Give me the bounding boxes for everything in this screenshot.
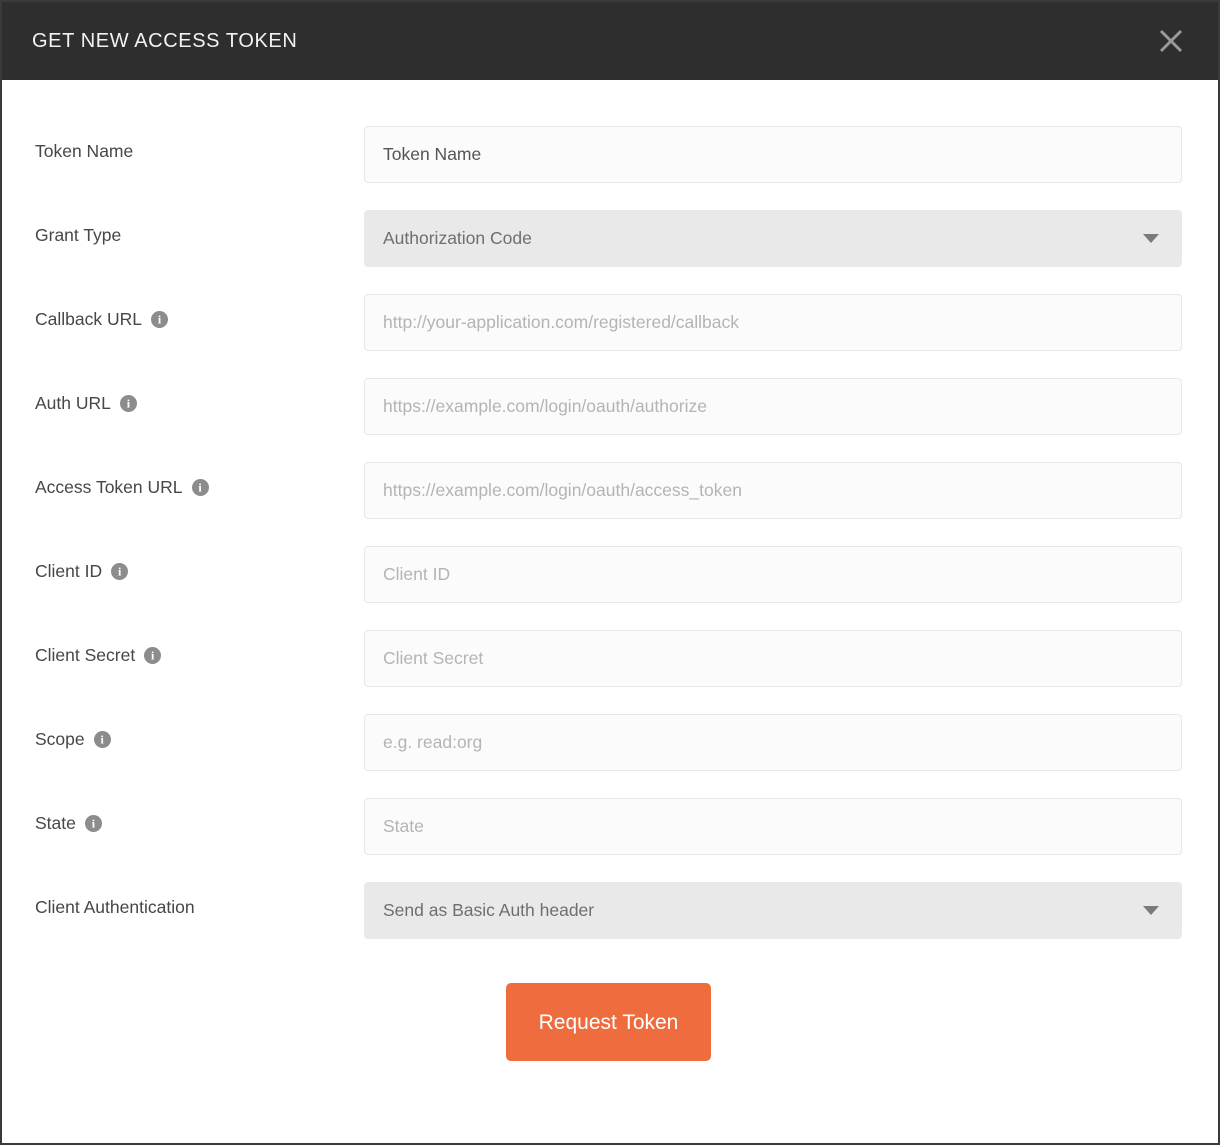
field-label: Client ID i xyxy=(35,546,364,581)
input-text: http://your-application.com/registered/c… xyxy=(383,311,740,332)
modal-header: GET NEW ACCESS TOKEN xyxy=(2,2,1218,80)
field-control: Token Name xyxy=(364,126,1182,183)
info-icon-glyph: i xyxy=(100,732,104,747)
token-form: Token Name Token Name Grant Type Authorizat… xyxy=(35,126,1182,939)
field-label-text: Client ID xyxy=(35,561,103,581)
input-access-token-url[interactable]: https://example.com/login/oauth/access_t… xyxy=(364,462,1182,519)
form-actions: Request Token xyxy=(35,983,1182,1061)
info-icon-glyph: i xyxy=(126,396,131,411)
field-label: Client Authentication xyxy=(35,882,364,917)
info-icon[interactable]: i xyxy=(111,563,129,581)
info-icon[interactable]: i xyxy=(191,479,209,497)
input-scope[interactable]: e.g. read:org xyxy=(364,714,1182,771)
form-row: Token Name Token Name xyxy=(35,126,1182,183)
form-row: State i State xyxy=(35,798,1182,855)
chevron-down-icon xyxy=(1143,234,1159,243)
field-label-text: Client Authentication xyxy=(35,897,195,917)
field-control: Authorization Code xyxy=(364,210,1182,267)
info-icon-glyph: i xyxy=(91,816,96,831)
form-row: Access Token URL i https://example.com/log… xyxy=(35,462,1182,519)
field-control: Client Secret xyxy=(364,630,1182,687)
field-label-text: Grant Type xyxy=(35,225,122,245)
modal-body: Token Name Token Name Grant Type Authorizat… xyxy=(2,80,1218,1143)
input-client-secret[interactable]: Client Secret xyxy=(364,630,1182,687)
info-icon[interactable]: i xyxy=(119,395,137,413)
field-label-text: Auth URL xyxy=(35,393,111,413)
info-icon[interactable]: i xyxy=(150,311,168,329)
field-label: Auth URL i xyxy=(35,378,364,413)
info-icon-glyph: i xyxy=(198,480,202,495)
info-icon[interactable]: i xyxy=(144,647,162,665)
field-control: Send as Basic Auth header xyxy=(364,882,1182,939)
field-label-text: Token Name xyxy=(35,141,134,161)
close-icon[interactable] xyxy=(1148,18,1194,64)
form-row: Auth URL i https://example.com/login/oauth… xyxy=(35,378,1182,435)
info-icon[interactable]: i xyxy=(84,815,102,833)
info-icon-glyph: i xyxy=(151,648,155,663)
input-text: https://example.com/login/oauth/access_t… xyxy=(383,479,742,500)
field-label: Grant Type xyxy=(35,210,364,245)
input-text: Token Name xyxy=(383,143,482,164)
field-label: Client Secret i xyxy=(35,630,364,665)
get-new-access-token-modal: GET NEW ACCESS TOKEN Token Name Token Nam… xyxy=(0,0,1220,1145)
field-label-text: State xyxy=(35,813,76,833)
info-icon[interactable]: i xyxy=(93,731,111,749)
input-client-id[interactable]: Client ID xyxy=(364,546,1182,603)
form-row: Scope i e.g. read:org xyxy=(35,714,1182,771)
input-token-name[interactable]: Token Name xyxy=(364,126,1182,183)
info-icon-glyph: i xyxy=(157,312,162,327)
field-control: State xyxy=(364,798,1182,855)
field-control: https://example.com/login/oauth/access_t… xyxy=(364,462,1182,519)
form-row: Client Authentication Send as Basic Auth … xyxy=(35,882,1182,939)
input-text: e.g. read:org xyxy=(383,731,483,752)
request-token-button[interactable]: Request Token xyxy=(506,983,711,1061)
input-text: State xyxy=(383,815,424,836)
form-row: Grant Type Authorization Code xyxy=(35,210,1182,267)
field-control: https://example.com/login/oauth/authoriz… xyxy=(364,378,1182,435)
field-label: State i xyxy=(35,798,364,833)
select-value: Authorization Code xyxy=(383,227,532,248)
input-state[interactable]: State xyxy=(364,798,1182,855)
field-control: http://your-application.com/registered/c… xyxy=(364,294,1182,351)
select-grant-type[interactable]: Authorization Code xyxy=(364,210,1182,267)
page-title: GET NEW ACCESS TOKEN xyxy=(32,30,298,52)
input-text: Client ID xyxy=(383,563,451,584)
form-row: Client Secret i Client Secret xyxy=(35,630,1182,687)
field-label: Scope i xyxy=(35,714,364,749)
input-text: Client Secret xyxy=(383,647,484,668)
input-auth-url[interactable]: https://example.com/login/oauth/authoriz… xyxy=(364,378,1182,435)
form-row: Callback URL i http://your-application.com… xyxy=(35,294,1182,351)
field-label-text: Access Token URL xyxy=(35,477,183,497)
field-label-text: Client Secret xyxy=(35,645,136,665)
input-callback-url[interactable]: http://your-application.com/registered/c… xyxy=(364,294,1182,351)
input-text: https://example.com/login/oauth/authoriz… xyxy=(383,395,707,416)
select-client-authentication[interactable]: Send as Basic Auth header xyxy=(364,882,1182,939)
field-label: Callback URL i xyxy=(35,294,364,329)
select-value: Send as Basic Auth header xyxy=(383,899,595,920)
field-label: Token Name xyxy=(35,126,364,161)
field-control: e.g. read:org xyxy=(364,714,1182,771)
field-label-text: Callback URL xyxy=(35,309,142,329)
form-row: Client ID i Client ID xyxy=(35,546,1182,603)
field-label-text: Scope xyxy=(35,729,85,749)
chevron-down-icon xyxy=(1143,906,1159,915)
field-label: Access Token URL i xyxy=(35,462,364,497)
info-icon-glyph: i xyxy=(117,564,122,579)
field-control: Client ID xyxy=(364,546,1182,603)
